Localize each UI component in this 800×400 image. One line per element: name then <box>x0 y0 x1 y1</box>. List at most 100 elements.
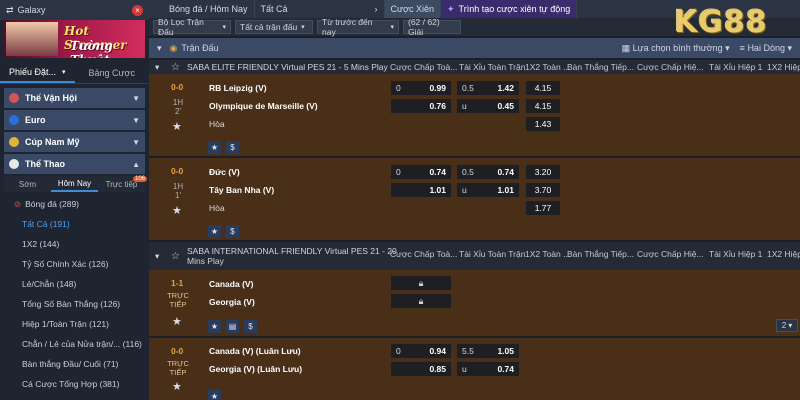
star-icon[interactable]: ★ <box>172 315 182 328</box>
star-icon[interactable]: ☆ <box>171 62 180 73</box>
column-header: Tài Xỉu Toàn Trận <box>459 249 526 259</box>
handicap-odds-away[interactable]: 0.85 <box>391 362 451 376</box>
category-euro[interactable]: Euro ▼ <box>4 110 145 130</box>
star-icon[interactable]: ☆ <box>171 251 180 262</box>
column-header: 1X2 Hiệp 1 <box>767 249 800 259</box>
odds-line: u <box>462 185 467 195</box>
1x2-away-odds[interactable]: 3.70 <box>526 183 560 197</box>
handicap-odds-home[interactable]: 0 0.94 <box>391 344 451 358</box>
tab-bet-slip[interactable]: Phiếu Đặt... ▾ <box>0 62 75 83</box>
odds-line: 0.5 <box>462 167 474 177</box>
over-under-odds-over[interactable]: 0.5 0.74 <box>457 165 519 179</box>
handicap-odds-home[interactable]: 0 0.99 <box>391 81 451 95</box>
tab-early[interactable]: Sớm <box>4 180 51 189</box>
odds-line: 5.5 <box>462 346 474 356</box>
promo-banner[interactable]: Hot Streamer Tường Thuật <box>4 20 145 58</box>
category-label: Cúp Nam Mỹ <box>25 137 80 147</box>
select-label: Bộ Lọc Trận Đấu <box>158 17 204 37</box>
menu-1x2[interactable]: 1X2 (144) <box>0 234 149 254</box>
category-sports[interactable]: Thể Thao ▲ <box>4 154 145 174</box>
collapse-icon[interactable]: ▾ <box>155 251 159 262</box>
odds-value: 1.05 <box>497 346 514 356</box>
star-icon[interactable]: ★ <box>172 204 182 217</box>
star-icon: ★ <box>210 322 219 331</box>
trophy-icon <box>9 137 19 147</box>
over-under-odds-under[interactable]: u 0.45 <box>457 99 519 113</box>
tab-odds-board[interactable]: Bảng Cược <box>75 62 150 83</box>
menu-soccer[interactable]: ⊘ Bóng đá (289) <box>0 194 149 214</box>
menu-total-goals[interactable]: Tổng Số Bàn Thắng (126) <box>0 294 149 314</box>
tab-bet-slip-label: Phiếu Đặt... <box>8 66 56 77</box>
chevron-down-icon: ▾ <box>390 24 394 31</box>
1x2-home-odds[interactable]: 3.20 <box>526 165 560 179</box>
category-olympics[interactable]: Thế Vận Hội ▼ <box>4 88 145 108</box>
over-under-odds-over[interactable]: 0.5 1.42 <box>457 81 519 95</box>
league-header[interactable]: ▾ ☆ SABA INTERNATIONAL FRIENDLY Virtual … <box>149 242 800 270</box>
view-options: ▦ Lựa chọn bình thường ▾ ≡ Hai Dòng ▾ <box>622 43 800 54</box>
over-under-odds-under[interactable]: u 0.74 <box>457 362 519 376</box>
banner-image <box>6 22 58 56</box>
tab-live[interactable]: Trực tiếp 106 <box>98 175 147 189</box>
market-select[interactable]: Tất Cả › <box>255 0 385 18</box>
stats-button[interactable]: $ <box>226 225 239 238</box>
favorite-button[interactable]: ★ <box>208 320 221 333</box>
handicap-odds-away[interactable]: 0.76 <box>391 99 451 113</box>
close-icon[interactable]: × <box>132 4 143 16</box>
chevron-down-icon: ▼ <box>132 115 140 125</box>
category-label: Euro <box>25 115 46 125</box>
collapse-icon[interactable]: ▾ <box>157 43 162 54</box>
1x2-away-odds[interactable]: 4.15 <box>526 99 560 113</box>
parlay-button[interactable]: Cược Xiên <box>384 0 441 18</box>
tab-today[interactable]: Hôm Nay <box>51 176 98 192</box>
match-row: 0-0 TRỰC TIẾP ★ Canada (V) (Luân Lưu) Ge… <box>149 338 800 400</box>
handicap-locked: 🔒︎ <box>391 276 451 290</box>
1x2-home-odds[interactable]: 4.15 <box>526 81 560 95</box>
over-under-odds-under[interactable]: u 1.01 <box>457 183 519 197</box>
column-header: Tài Xỉu Hiệp 1 <box>709 62 763 72</box>
over-under-odds-over[interactable]: 5.5 1.05 <box>457 344 519 358</box>
away-team: Tây Ban Nha (V) <box>209 185 275 195</box>
menu-correct-score[interactable]: Tỷ Số Chính Xác (126) <box>0 254 149 274</box>
handicap-odds-away[interactable]: 1.01 <box>391 183 451 197</box>
favorite-button[interactable]: ★ <box>208 225 221 238</box>
league-filter-select[interactable]: Bộ Lọc Trận Đấu ▾ <box>153 17 231 37</box>
line-mode-select[interactable]: ≡ Hai Dòng ▾ <box>740 43 792 54</box>
line-mode-label: Hai Dòng <box>747 42 785 53</box>
favorite-button[interactable]: ★ <box>208 141 221 154</box>
column-header: Cược Chấp Hiệ... <box>637 62 704 72</box>
star-icon[interactable]: ★ <box>172 120 182 133</box>
favorite-button[interactable]: ★ <box>208 390 221 400</box>
league-header[interactable]: ▾ ☆ SABA ELITE FRIENDLY Virtual PES 21 -… <box>149 60 800 74</box>
league-name: SABA ELITE FRIENDLY Virtual PES 21 - 5 M… <box>187 62 388 72</box>
odds-value: 0.85 <box>429 364 446 374</box>
collapse-icon[interactable]: ▾ <box>155 62 159 73</box>
stats-button[interactable]: $ <box>226 141 239 154</box>
more-markets-select[interactable]: 2 ▾ <box>776 319 798 332</box>
star-icon: ★ <box>210 392 219 400</box>
soccer-ball-icon: ◉ <box>169 42 178 53</box>
sort-select[interactable]: Từ trước đến nay ▾ <box>317 17 399 37</box>
stream-button[interactable]: ▤ <box>226 320 239 333</box>
category-copa-america[interactable]: Cúp Nam Mỹ ▼ <box>4 132 145 152</box>
menu-label: Bóng đá (289) <box>25 199 79 209</box>
auto-parlay-button[interactable]: ✦ Trình tạo cược xiên tự động <box>441 0 578 18</box>
menu-half-odd-even[interactable]: Chẵn / Lẻ của Nửa trận/... (116) <box>0 334 149 354</box>
view-mode-select[interactable]: ▦ Lựa chọn bình thường ▾ <box>622 43 730 54</box>
star-icon[interactable]: ★ <box>172 380 182 393</box>
1x2-draw-odds[interactable]: 1.77 <box>526 201 560 215</box>
column-header: 1X2 Toàn ... <box>525 249 571 259</box>
time-tabs: Sớm Hôm Nay Trực tiếp 106 <box>4 175 147 192</box>
handicap-odds-home[interactable]: 0 0.74 <box>391 165 451 179</box>
swap-icon[interactable]: ⇄ <box>6 5 14 16</box>
menu-half-full[interactable]: Hiệp 1/Toàn Trận (121) <box>0 314 149 334</box>
menu-odd-even[interactable]: Lẻ/Chẵn (148) <box>0 274 149 294</box>
menu-first-last-goal[interactable]: Bàn thắng Đầu/ Cuối (71) <box>0 354 149 374</box>
menu-mix-parlay[interactable]: Cá Cược Tổng Hợp (381) <box>0 374 149 394</box>
1x2-draw-odds[interactable]: 1.43 <box>526 117 560 131</box>
odds-value: 0.94 <box>429 346 446 356</box>
euro-icon <box>9 115 19 125</box>
match-filter-select[interactable]: Tất cả trận đấu ▾ <box>235 20 313 34</box>
stats-button[interactable]: $ <box>244 320 257 333</box>
home-team: Đức (V) <box>209 167 240 177</box>
menu-all[interactable]: Tất Cả (191) <box>0 214 149 234</box>
